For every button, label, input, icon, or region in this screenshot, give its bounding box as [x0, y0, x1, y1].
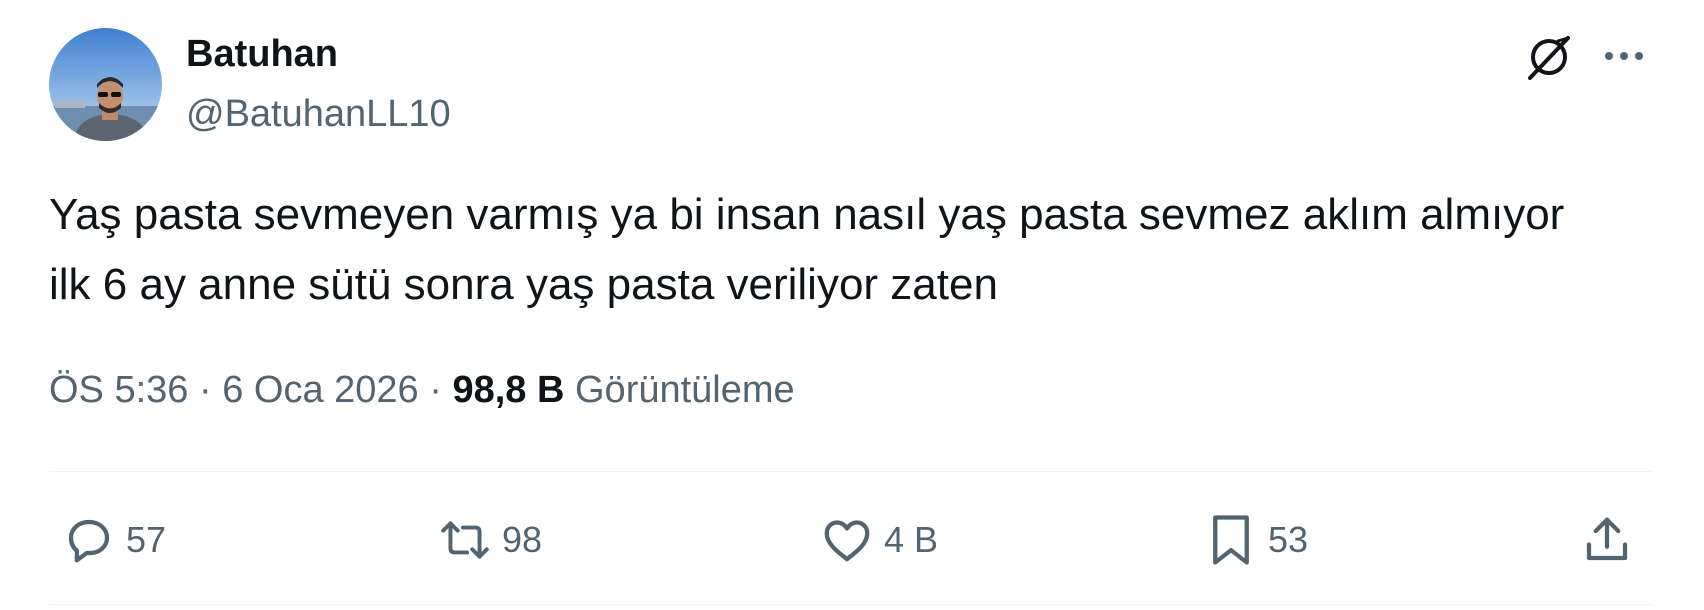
- bookmark-icon: [1204, 513, 1258, 567]
- share-button[interactable]: [1580, 505, 1634, 575]
- views-label[interactable]: Görüntüleme: [575, 369, 795, 411]
- tweet-card: Batuhan @BatuhanLL10 Yaş pasta sevmeyen …: [0, 0, 1704, 610]
- reply-count: 57: [126, 519, 167, 560]
- bookmark-button[interactable]: 53: [1204, 505, 1308, 575]
- like-count: 4 B: [884, 519, 939, 560]
- tweet-meta: ÖS 5:36 · 6 Oca 2026 · 98,8 B Görüntülem…: [49, 366, 795, 414]
- avatar-image: [49, 28, 162, 141]
- avatar[interactable]: [49, 28, 162, 141]
- grok-icon[interactable]: [1522, 30, 1576, 84]
- retweet-button[interactable]: 98: [438, 505, 542, 575]
- tweet-text: Yaş pasta sevmeyen varmış ya bi insan na…: [49, 190, 1565, 309]
- retweet-count: 98: [502, 519, 543, 560]
- heart-icon: [820, 513, 874, 567]
- tweet-date[interactable]: 6 Oca 2026: [222, 369, 418, 411]
- divider: [49, 604, 1653, 605]
- author-display-name[interactable]: Batuhan: [186, 30, 338, 78]
- meta-separator: ·: [198, 369, 212, 411]
- author-handle[interactable]: @BatuhanLL10: [186, 90, 451, 138]
- reply-icon: [62, 513, 116, 567]
- retweet-icon: [438, 513, 492, 567]
- more-icon[interactable]: [1600, 36, 1648, 76]
- meta-separator: ·: [429, 369, 442, 411]
- divider: [49, 471, 1653, 472]
- like-button[interactable]: 4 B: [820, 505, 938, 575]
- action-bar: 57 98 4 B 53: [0, 505, 1704, 575]
- bookmark-count: 53: [1268, 519, 1309, 560]
- share-icon: [1580, 513, 1634, 567]
- views-count[interactable]: 98,8 B: [452, 369, 564, 411]
- tweet-time[interactable]: ÖS 5:36: [49, 369, 188, 411]
- reply-button[interactable]: 57: [62, 505, 166, 575]
